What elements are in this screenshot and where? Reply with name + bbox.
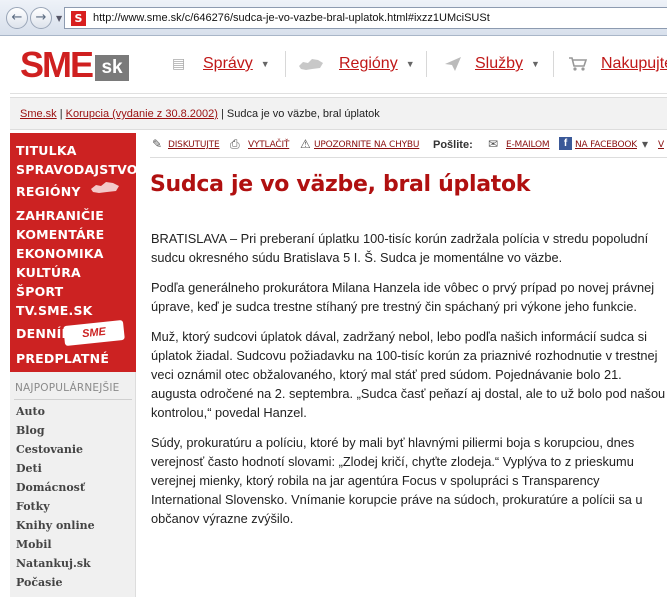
nav-sluzby-label: Služby (475, 55, 524, 72)
sidebar-item-predplatne[interactable]: PREDPLATNÉ (16, 351, 109, 366)
article-title: Sudca je vo väzbe, bral úplatok (150, 172, 531, 197)
nav-divider (553, 51, 554, 77)
arrow-left-icon: ← (11, 10, 23, 25)
site-favicon-icon: S (71, 11, 86, 26)
sidebar-item-titulka[interactable]: TITULKA (16, 143, 77, 158)
nav-regiony[interactable]: Regióny ▼ (339, 55, 415, 73)
popular-item-fotky[interactable]: Fotky (16, 500, 50, 513)
sidebar-item-tv-sme[interactable]: TV.SME.SK (16, 303, 93, 318)
share-more-icon: ▾ (642, 137, 649, 151)
sidebar-item-regiony[interactable]: REGIÓNY (16, 184, 81, 199)
sidebar-item-ekonomika[interactable]: EKONOMIKA (16, 246, 104, 261)
sidebar: TITULKA SPRAVODAJSTVO REGIÓNY ZAHRANIČIE… (10, 133, 138, 597)
print-link[interactable]: VYTLAČIŤ (248, 140, 289, 150)
logo-text: SME (20, 44, 94, 85)
report-error-link[interactable]: UPOZORNITE NA CHYBU (314, 140, 419, 150)
url-text[interactable]: http://www.sme.sk/c/646276/sudca-je-vo-v… (93, 12, 490, 24)
tools-divider (150, 157, 667, 158)
nav-divider (426, 51, 427, 77)
document-icon: ▤ (172, 56, 186, 72)
nav-nakupujte[interactable]: Nakupujte (601, 55, 667, 73)
nav-sluzby[interactable]: Služby ▼ (475, 55, 540, 73)
share-more-link[interactable]: V (658, 140, 664, 150)
facebook-icon: f (559, 137, 572, 150)
facebook-share-link[interactable]: NA FACEBOOK (575, 140, 637, 150)
breadcrumb-section[interactable]: Korupcia (vydanie z 30.8.2002) (66, 108, 218, 120)
printer-icon: ⎙ (230, 137, 240, 151)
popular-box: NAJPOPULÁRNEJŠIE Auto Blog Cestovanie De… (10, 372, 136, 597)
discuss-link[interactable]: DISKUTUJTE (168, 140, 220, 150)
sidebar-item-kultura[interactable]: KULTÚRA (16, 265, 81, 280)
popular-item-blog[interactable]: Blog (16, 424, 45, 437)
sidebar-item-spravodajstvo[interactable]: SPRAVODAJSTVO (16, 162, 138, 177)
popular-title: NAJPOPULÁRNEJŠIE (15, 382, 120, 394)
speech-bubble-icon: ✎ (152, 137, 163, 151)
popular-item-mobil[interactable]: Mobil (16, 538, 52, 551)
article-paragraph: Súdy, prokuratúru a políciu, ktoré by ma… (151, 435, 643, 526)
slovakia-map-icon (299, 59, 323, 70)
warning-icon: ⚠ (300, 137, 311, 151)
article-paragraph: Muž, ktorý sudcovi úplatok dával, zadrža… (151, 329, 666, 420)
sme-logo[interactable]: SME sk (20, 44, 130, 85)
email-share-link[interactable]: E-MAILOM (506, 140, 550, 150)
popular-item-auto[interactable]: Auto (16, 405, 45, 418)
nav-regiony-label: Regióny (339, 55, 398, 72)
chevron-down-icon: ▼ (531, 58, 540, 69)
breadcrumb-separator: | (221, 108, 224, 120)
breadcrumb-bar: Sme.sk | Korupcia (vydanie z 30.8.2002) … (10, 97, 667, 130)
arrow-right-icon: → (35, 10, 47, 25)
nav-nakupujte-label: Nakupujte (601, 55, 667, 72)
popular-item-knihy-online[interactable]: Knihy online (16, 519, 95, 532)
breadcrumb: Sme.sk | Korupcia (vydanie z 30.8.2002) … (20, 108, 380, 120)
popular-item-cestovanie[interactable]: Cestovanie (16, 443, 83, 456)
address-bar[interactable]: S http://www.sme.sk/c/646276/sudca-je-vo… (64, 7, 667, 29)
header-divider (10, 93, 667, 94)
site-header: SME sk ▤ Správy ▼ Regióny ▼ Služby ▼ Nakupuj… (0, 37, 667, 93)
envelope-icon: ✉ (488, 137, 499, 151)
logo-suffix: sk (95, 55, 130, 81)
share-label: Pošlite: (433, 139, 473, 151)
breadcrumb-separator: | (59, 108, 63, 120)
chevron-down-icon: ▼ (405, 58, 415, 69)
breadcrumb-home[interactable]: Sme.sk (20, 108, 57, 120)
popular-item-natankuj[interactable]: Natankuj.sk (16, 557, 91, 570)
forward-button[interactable]: → (30, 7, 52, 29)
breadcrumb-current: Sudca je vo väzbe, bral úplatok (226, 108, 380, 120)
nav-spravy[interactable]: Správy ▼ (203, 55, 270, 73)
sidebar-item-sport[interactable]: ŠPORT (16, 284, 63, 299)
popular-item-domacnost[interactable]: Domácnosť (16, 481, 85, 494)
browser-toolbar: ← → ▼ S http://www.sme.sk/c/646276/sudca… (0, 0, 667, 36)
article-paragraph: BRATISLAVA – Pri preberaní úplatku 100-t… (151, 231, 649, 265)
popular-item-deti[interactable]: Deti (16, 462, 42, 475)
paper-plane-icon (445, 57, 461, 71)
back-button[interactable]: ← (6, 7, 28, 29)
slovakia-map-icon (91, 182, 119, 193)
nav-spravy-label: Správy (203, 55, 253, 72)
shopping-cart-icon (569, 57, 588, 71)
popular-divider (14, 399, 132, 400)
sidebar-item-komentare[interactable]: KOMENTÁRE (16, 227, 104, 242)
sidebar-item-zahranicie[interactable]: ZAHRANIČIE (16, 208, 104, 223)
sme-newspaper-logo: SME (63, 319, 125, 347)
article-paragraph: Podľa generálneho prokurátora Milana Han… (151, 280, 655, 314)
article-body: BRATISLAVA – Pri preberaní úplatku 100-t… (151, 229, 667, 539)
nav-divider (285, 51, 286, 77)
history-dropdown-icon[interactable]: ▼ (56, 14, 62, 23)
chevron-down-icon: ▼ (260, 58, 270, 69)
sidebar-main-menu: TITULKA SPRAVODAJSTVO REGIÓNY ZAHRANIČIE… (10, 133, 138, 372)
popular-item-pocasie[interactable]: Počasie (16, 576, 63, 589)
